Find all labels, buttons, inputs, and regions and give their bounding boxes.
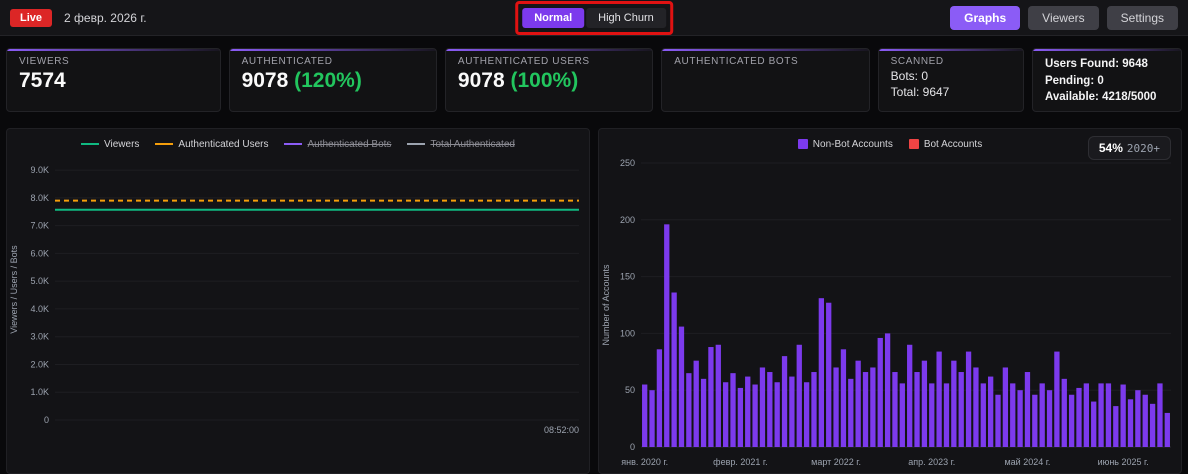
bar-chart-panel: 54% 2020+ Non-Bot Accounts Bot Accounts 0… — [598, 128, 1182, 474]
live-badge: Live — [10, 8, 53, 27]
charts-section: Viewers Authenticated Users Authenticate… — [0, 112, 1188, 474]
svg-text:Viewers / Users / Bots: Viewers / Users / Bots — [9, 245, 19, 334]
svg-text:0: 0 — [630, 442, 635, 452]
legend-item-total-authenticated[interactable]: Total Authenticated — [407, 139, 515, 150]
authenticated-users-number: 9078 — [457, 69, 505, 92]
authenticated-number: 9078 — [241, 69, 289, 92]
svg-text:250: 250 — [620, 158, 635, 168]
svg-text:0: 0 — [44, 415, 49, 425]
card-label: VIEWERS — [19, 56, 70, 67]
line-chart-panel: Viewers Authenticated Users Authenticate… — [6, 128, 590, 474]
scanned-card: SCANNED Bots: 0 Total: 9647 — [877, 48, 1024, 112]
viewers-swatch-icon — [81, 143, 100, 145]
viewers-button[interactable]: Viewers — [1028, 5, 1099, 30]
line-chart-legend: Viewers Authenticated Users Authenticate… — [7, 129, 589, 155]
legend-item-bot-accounts[interactable]: Bot Accounts — [908, 138, 983, 150]
svg-text:янв. 2020 г.: янв. 2020 г. — [621, 457, 668, 467]
svg-text:июнь 2025 г.: июнь 2025 г. — [1098, 457, 1149, 467]
graphs-button[interactable]: Graphs — [950, 5, 1021, 30]
legend-label: Bot Accounts — [923, 138, 983, 150]
legend-label: Viewers — [104, 138, 140, 150]
scanned-bots: Bots: 0 — [890, 69, 928, 83]
bar-chart[interactable]: 0 50 100 150 200 250 янв. 2020 г. февр. 2021 г.… — [599, 155, 1181, 473]
legend-item-authenticated-users[interactable]: Authenticated Users — [155, 139, 268, 150]
age-badge-suffix: 2020+ — [1126, 142, 1160, 155]
card-label: AUTHENTICATED USERS — [457, 56, 590, 67]
svg-text:08:52:00: 08:52:00 — [544, 425, 579, 435]
toggle-high-churn[interactable]: High Churn — [586, 7, 666, 28]
svg-text:9.0K: 9.0K — [30, 165, 49, 175]
authenticated-card: AUTHENTICATED 9078 (120%) — [228, 48, 437, 112]
scanned-total: Total: 9647 — [890, 85, 950, 99]
svg-text:100: 100 — [620, 328, 635, 338]
legend-label: Total Authenticated — [430, 138, 515, 150]
stat-cards: VIEWERS 7574 AUTHENTICATED 9078 (120%) A… — [0, 36, 1188, 112]
available: Available: 4218/5000 — [1044, 91, 1157, 104]
svg-text:март 2022 г.: март 2022 г. — [811, 457, 861, 467]
annotation-red-box: Normal High Churn — [515, 0, 673, 35]
legend-label: Non-Bot Accounts — [812, 138, 893, 150]
svg-text:200: 200 — [620, 215, 635, 225]
legend-item-non-bot-accounts[interactable]: Non-Bot Accounts — [797, 138, 893, 150]
authenticated-value: 9078 (120%) — [242, 69, 424, 93]
card-label: SCANNED — [890, 56, 944, 67]
authenticated-users-percent: (100%) — [510, 69, 579, 92]
age-badge: 54% 2020+ — [1087, 136, 1171, 160]
age-badge-percent: 54% — [1098, 141, 1123, 155]
viewers-value: 7574 — [19, 69, 66, 92]
svg-text:50: 50 — [625, 385, 635, 395]
svg-text:5.0K: 5.0K — [30, 276, 49, 286]
authenticated-users-swatch-icon — [155, 143, 174, 145]
topbar-actions: Graphs Viewers Settings — [950, 5, 1178, 30]
authenticated-percent: (120%) — [294, 69, 362, 92]
svg-text:1.0K: 1.0K — [30, 387, 49, 397]
settings-button[interactable]: Settings — [1106, 5, 1178, 30]
line-chart[interactable]: 9.0K 8.0K 7.0K 6.0K 5.0K 4.0K 3.0K 2.0K 1.0K 0 08:… — [7, 155, 589, 473]
bot-swatch-icon — [908, 139, 919, 149]
svg-text:3.0K: 3.0K — [30, 332, 49, 342]
topbar: Live 2 февр. 2026 г. Normal High Churn G… — [0, 0, 1188, 36]
toggle-normal[interactable]: Normal — [522, 7, 585, 28]
svg-text:6.0K: 6.0K — [30, 248, 49, 258]
authenticated-bots-card: AUTHENTICATED BOTS — [661, 48, 870, 112]
non-bot-swatch-icon — [797, 139, 808, 149]
svg-text:150: 150 — [620, 272, 635, 282]
svg-text:4.0K: 4.0K — [30, 304, 49, 314]
legend-label: Authenticated Users — [178, 138, 269, 150]
svg-text:7.0K: 7.0K — [30, 221, 49, 231]
total-authenticated-swatch-icon — [407, 143, 426, 145]
pending: Pending: 0 — [1044, 74, 1104, 87]
viewers-card: VIEWERS 7574 — [6, 48, 221, 112]
legend-item-authenticated-bots[interactable]: Authenticated Bots — [284, 139, 391, 150]
users-found: Users Found: 9648 — [1044, 58, 1148, 70]
svg-text:май 2024 г.: май 2024 г. — [1004, 457, 1050, 467]
mode-toggle: Normal High Churn — [520, 5, 668, 30]
authenticated-users-value: 9078 (100%) — [458, 69, 640, 93]
legend-item-viewers[interactable]: Viewers — [81, 139, 139, 150]
svg-text:февр. 2021 г.: февр. 2021 г. — [713, 457, 767, 467]
authenticated-users-card: AUTHENTICATED USERS 9078 (100%) — [444, 48, 654, 112]
svg-text:8.0K: 8.0K — [30, 193, 49, 203]
legend-label: Authenticated Bots — [307, 138, 392, 150]
summary-card: Users Found: 9648 Pending: 0 Available: … — [1031, 48, 1183, 112]
authenticated-bots-swatch-icon — [284, 143, 303, 145]
svg-text:2.0K: 2.0K — [30, 359, 49, 369]
current-date: 2 февр. 2026 г. — [64, 10, 147, 25]
svg-text:апр. 2023 г.: апр. 2023 г. — [908, 457, 955, 467]
svg-text:Number of Accounts: Number of Accounts — [601, 264, 611, 346]
card-label: AUTHENTICATED BOTS — [674, 56, 799, 67]
card-label: AUTHENTICATED — [241, 56, 333, 67]
